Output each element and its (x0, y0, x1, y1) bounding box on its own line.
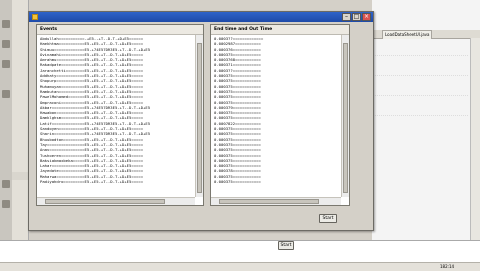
code-line (372, 70, 468, 76)
services-icon[interactable] (2, 60, 10, 68)
code-line (372, 90, 468, 96)
output-icon[interactable] (2, 180, 10, 188)
list-item[interactable]: 0.000375============ (212, 179, 341, 184)
editor-tab-bar: LoadDataSheetUI.java (372, 30, 480, 39)
events-panel-title: Events (37, 25, 203, 35)
start-button[interactable]: Start (319, 214, 337, 223)
events-list[interactable]: Abdullah===========-+E5--+T--D-T-+D+E5==… (38, 36, 195, 197)
code-line (372, 110, 468, 116)
events-horizontal-scrollbar[interactable] (37, 197, 195, 205)
scrollbar-thumb[interactable] (45, 199, 165, 204)
scrollbar-thumb[interactable] (219, 199, 319, 204)
scrollbar-thumb[interactable] (343, 43, 348, 193)
editor-scrollbar[interactable] (470, 38, 480, 258)
maximize-button[interactable]: □ (352, 13, 361, 21)
times-panel-title: End time and Out Time (211, 25, 349, 35)
list-item[interactable]: Padiyahdro=========E5-+E5-+T--D-T-+D+E5=… (38, 179, 195, 184)
project-icon[interactable] (2, 20, 10, 28)
files-icon[interactable] (2, 40, 10, 48)
times-vertical-scrollbar[interactable] (341, 35, 349, 197)
output-panel-tab[interactable] (12, 172, 28, 180)
results-window: – □ × Events Abdullah===========-+E5--+T… (28, 11, 374, 231)
code-editor[interactable] (372, 0, 480, 270)
java-app-icon (32, 14, 38, 20)
times-list[interactable]: 0.0003??============= 0.0002987==========… (212, 36, 341, 197)
navigator-icon[interactable] (2, 90, 10, 98)
editor-tab[interactable]: LoadDataSheetUI.java (382, 30, 433, 39)
window-titlebar: – □ × (29, 12, 373, 22)
events-panel: Events Abdullah===========-+E5--+T--D-T-… (36, 24, 204, 206)
error-icon[interactable] (2, 200, 10, 208)
events-vertical-scrollbar[interactable] (195, 35, 203, 197)
minimize-button[interactable]: – (342, 13, 351, 21)
ide-side-panel (12, 0, 29, 270)
scrollbar-thumb[interactable] (197, 43, 202, 193)
times-panel: End time and Out Time 0.0003??==========… (210, 24, 350, 206)
times-horizontal-scrollbar[interactable] (211, 197, 341, 205)
close-button[interactable]: × (362, 13, 371, 21)
code-line (372, 50, 468, 56)
start-button-background[interactable]: Start (278, 241, 294, 250)
